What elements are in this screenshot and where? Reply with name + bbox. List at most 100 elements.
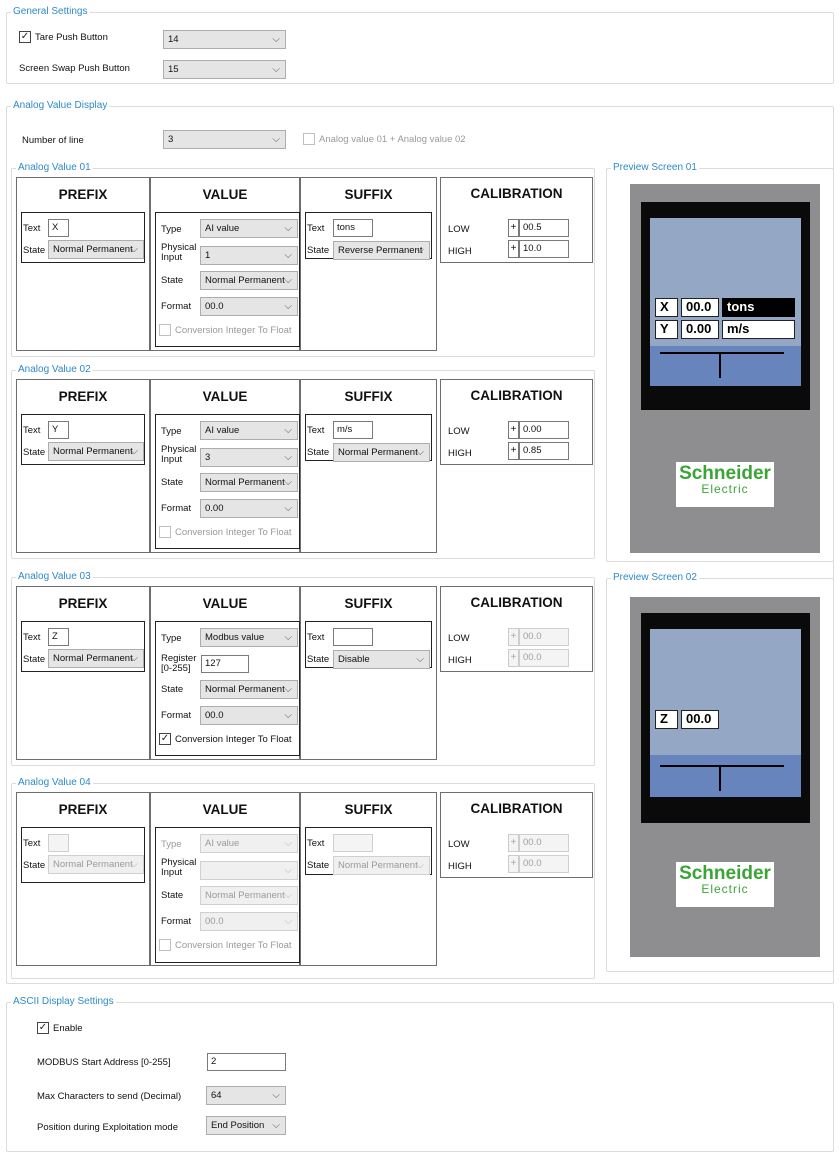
av1-low-input[interactable]: 00.5 [519, 219, 569, 237]
general-settings-group: General Settings [6, 6, 834, 84]
av2-format-select[interactable]: 0.00 ⌵ [200, 499, 298, 518]
av2-prefix-text-input[interactable]: Y [48, 421, 69, 439]
av2-state-select[interactable]: Normal Permanent ⌵ [200, 473, 298, 492]
num-line-select[interactable]: 3 ⌵ [163, 130, 286, 149]
ascii-enable-checkbox[interactable]: ✓ [37, 1022, 49, 1034]
schneider-logo-1: Schneider Electric [676, 462, 774, 507]
av1-high-input[interactable]: 10.0 [519, 240, 569, 258]
av1-high-sign-button[interactable]: + [508, 240, 519, 258]
chevron-down-icon: ⌵ [284, 425, 292, 436]
av4-phys-select[interactable]: ⌵ [200, 861, 298, 880]
av3-type-label: Type [161, 633, 182, 644]
av2-conversion-checkbox[interactable] [159, 526, 171, 538]
av4-conversion-checkbox[interactable] [159, 939, 171, 951]
av1-type-select[interactable]: AI value ⌵ [200, 219, 298, 238]
av3-low-sign-button[interactable]: + [508, 628, 519, 646]
av2-high-input[interactable]: 0.85 [519, 442, 569, 460]
av3-format-select[interactable]: 00.0 ⌵ [200, 706, 298, 725]
av1-state-select[interactable]: Normal Permanent ⌵ [200, 271, 298, 290]
av2-low-sign-button[interactable]: + [508, 421, 519, 439]
av3-suffix-state-select[interactable]: Disable ⌵ [333, 650, 430, 669]
av3-suffix-text-input[interactable] [333, 628, 373, 646]
preview1-r2-prefix: Y [655, 320, 678, 339]
av2-suffix-text-input[interactable]: m/s [333, 421, 373, 439]
av1-conversion-checkbox[interactable] [159, 324, 171, 336]
chevron-down-icon: ⌵ [272, 1090, 280, 1101]
av3-suffix-panel [300, 586, 437, 760]
av2-type-select[interactable]: AI value ⌵ [200, 421, 298, 440]
swap-select[interactable]: 15 ⌵ [163, 60, 286, 79]
av1-type-label: Type [161, 224, 182, 235]
av4-format-select[interactable]: 00.0 ⌵ [200, 912, 298, 931]
start-address-input[interactable]: 2 [207, 1053, 286, 1071]
av3-type-select[interactable]: Modbus value ⌵ [200, 628, 298, 647]
av4-state-select[interactable]: Normal Permanent ⌵ [200, 886, 298, 905]
av3-high-sign-button[interactable]: + [508, 649, 519, 667]
av1-suffix-header: SUFFIX [344, 187, 393, 202]
av1-suffix-text-input[interactable]: tons [333, 219, 373, 237]
av1-low-label: LOW [448, 224, 470, 235]
av4-prefix-text-input[interactable] [48, 834, 69, 852]
av3-prefix-text-input[interactable]: Z [48, 628, 69, 646]
av2-phys-select[interactable]: 3 ⌵ [200, 448, 298, 467]
av4-conversion-label: Conversion Integer To Float [175, 940, 292, 951]
av1-prefix-state-select[interactable]: Normal Permanent ⌵ [48, 240, 144, 259]
av3-prefix-text-label: Text [23, 632, 41, 643]
position-select[interactable]: End Position ⌵ [206, 1116, 286, 1135]
av1-phys-select[interactable]: 1 ⌵ [200, 246, 298, 265]
av1-low-sign-button[interactable]: + [508, 219, 519, 237]
av4-low-sign-button[interactable]: + [508, 834, 519, 852]
av2-suffix-state-select[interactable]: Normal Permanent ⌵ [333, 443, 430, 462]
chevron-down-icon: ⌵ [284, 477, 292, 488]
av4-prefix-state-select[interactable]: Normal Permanent ⌵ [48, 855, 144, 874]
av4-suffix-state-select[interactable]: Normal Permanent ⌵ [333, 856, 430, 875]
av1-format-select[interactable]: 00.0 ⌵ [200, 297, 298, 316]
logo-line1: Schneider [679, 463, 771, 484]
chevron-down-icon: ⌵ [284, 452, 292, 463]
max-chars-select[interactable]: 64 ⌵ [206, 1086, 286, 1105]
av1-state-label: State [161, 275, 184, 286]
tare-checkbox[interactable]: ✓ [19, 31, 31, 43]
av1-prefix-text-label: Text [23, 223, 41, 234]
logo-line1: Schneider [679, 863, 771, 884]
av4-format-select-value: 00.0 [205, 916, 224, 927]
combine-checkbox[interactable] [303, 133, 315, 145]
av4-phys-label: Physical Input [161, 857, 197, 878]
av2-format-select-value: 0.00 [205, 503, 224, 514]
av3-prefix-state-select[interactable]: Normal Permanent ⌵ [48, 649, 144, 668]
av4-value-header: VALUE [202, 802, 248, 817]
av1-state-select-value: Normal Permanent [205, 275, 285, 286]
av4-suffix-state-select-value: Normal Permanent [338, 860, 418, 871]
av2-conversion-label: Conversion Integer To Float [175, 527, 292, 538]
max-chars-label: Max Characters to send (Decimal) [37, 1091, 182, 1102]
av4-low-input[interactable]: 00.0 [519, 834, 569, 852]
preview1-r2-value: 0.00 [681, 320, 719, 339]
av1-suffix-state-select[interactable]: Reverse Permanent ⌵ [333, 241, 430, 260]
av3-register-input[interactable]: 127 [201, 655, 249, 673]
av1-prefix-header: PREFIX [58, 187, 108, 202]
av2-high-sign-button[interactable]: + [508, 442, 519, 460]
chevron-down-icon: ⌵ [130, 244, 138, 255]
av2-suffix-state-label: State [307, 447, 330, 458]
av3-low-input[interactable]: 00.0 [519, 628, 569, 646]
analog-value-4-title: Analog Value 04 [16, 777, 93, 789]
start-address-label: MODBUS Start Address [0-255] [37, 1057, 171, 1068]
av4-high-input[interactable]: 00.0 [519, 855, 569, 873]
av1-prefix-text-input[interactable]: X [48, 219, 69, 237]
chevron-down-icon: ⌵ [284, 710, 292, 721]
av3-suffix-state-label: State [307, 654, 330, 665]
av4-suffix-text-input[interactable] [333, 834, 373, 852]
av3-conversion-label: Conversion Integer To Float [175, 734, 292, 745]
av3-state-select[interactable]: Normal Permanent ⌵ [200, 680, 298, 699]
av4-prefix-header: PREFIX [58, 802, 108, 817]
av2-prefix-state-select[interactable]: Normal Permanent ⌵ [48, 442, 144, 461]
av4-type-select[interactable]: AI value ⌵ [200, 834, 298, 853]
av2-low-input[interactable]: 0.00 [519, 421, 569, 439]
av3-conversion-checkbox[interactable]: ✓ [159, 733, 171, 745]
ascii-enable-label: Enable [53, 1023, 83, 1034]
chevron-down-icon: ⌵ [284, 301, 292, 312]
av4-suffix-state-label: State [307, 860, 330, 871]
av4-high-sign-button[interactable]: + [508, 855, 519, 873]
av3-high-input[interactable]: 00.0 [519, 649, 569, 667]
tare-select[interactable]: 14 ⌵ [163, 30, 286, 49]
